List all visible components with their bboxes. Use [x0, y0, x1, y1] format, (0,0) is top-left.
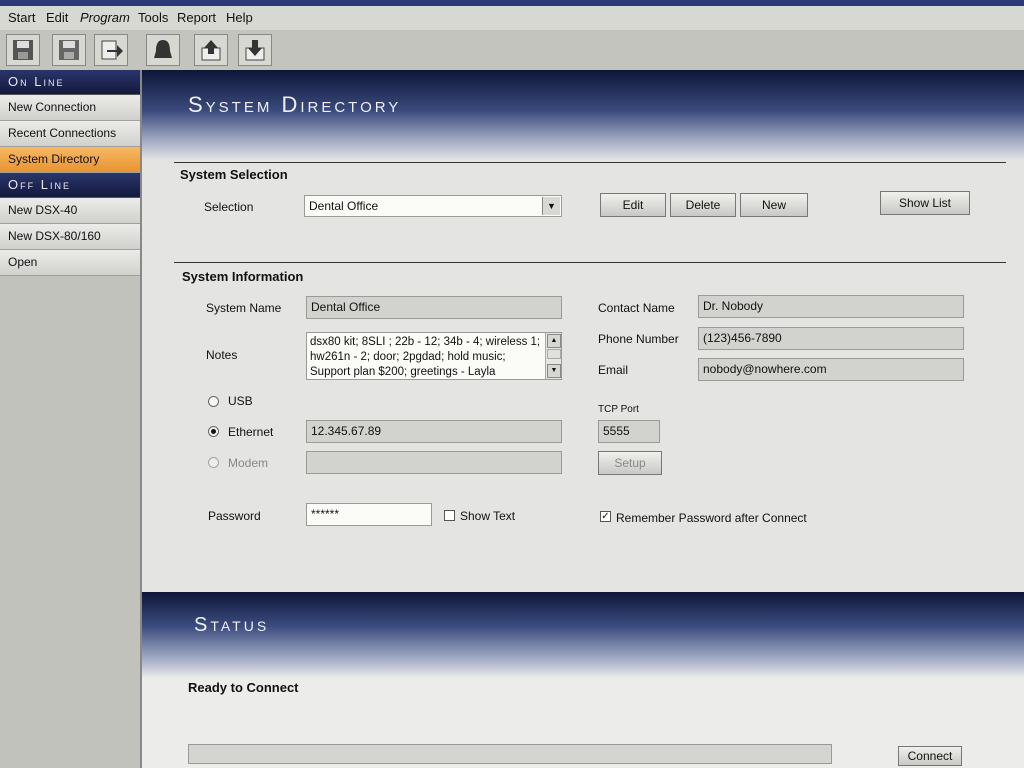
status-message: Ready to Connect [188, 680, 299, 695]
usb-radio[interactable] [208, 396, 219, 407]
menu-tools[interactable]: Tools [138, 10, 168, 25]
system-name-field[interactable]: Dental Office [306, 296, 562, 319]
menu-edit[interactable]: Edit [46, 10, 68, 25]
email-field[interactable]: nobody@nowhere.com [698, 358, 964, 381]
tcp-port-field[interactable]: 5555 [598, 420, 660, 443]
notes-text: dsx80 kit; 8SLI ; 22b - 12; 34b - 4; wir… [310, 336, 541, 378]
usb-label: USB [228, 394, 253, 408]
save-icon [13, 40, 33, 60]
connection-progress-bar [188, 744, 832, 764]
delete-button[interactable]: Delete [670, 193, 736, 217]
phone-number-field[interactable]: (123)456-7890 [698, 327, 964, 350]
modem-label: Modem [228, 456, 269, 470]
export-button[interactable] [94, 34, 128, 66]
show-text-checkbox[interactable] [444, 510, 455, 521]
save-button[interactable] [6, 34, 40, 66]
divider [174, 162, 1006, 163]
system-selection-title: System Selection [180, 167, 288, 182]
remember-password-checkbox[interactable]: ✓ [600, 511, 611, 522]
sidebar-header-online: On Line [0, 70, 140, 95]
new-button[interactable]: New [740, 193, 808, 217]
upload-icon [201, 40, 221, 61]
sidebar-header-offline: Off Line [0, 173, 140, 198]
page-header: System Directory [142, 70, 1024, 160]
notes-label: Notes [206, 348, 238, 362]
scroll-down-icon[interactable]: ▼ [547, 364, 561, 378]
upload-button[interactable] [194, 34, 228, 66]
setup-button[interactable]: Setup [598, 451, 662, 475]
tcp-port-label: TCP Port [598, 404, 639, 415]
menu-start[interactable]: Start [8, 10, 35, 25]
ethernet-label: Ethernet [228, 425, 274, 439]
chevron-down-icon[interactable]: ▼ [542, 197, 560, 215]
toolbar [0, 30, 1024, 71]
show-text-label: Show Text [460, 509, 516, 523]
contact-name-field[interactable]: Dr. Nobody [698, 295, 964, 318]
scroll-thumb[interactable] [547, 349, 561, 359]
remember-password-label: Remember Password after Connect [616, 511, 807, 525]
ethernet-radio[interactable] [208, 426, 219, 437]
bell-icon [154, 40, 172, 58]
modem-field[interactable] [306, 451, 562, 474]
modem-radio[interactable] [208, 457, 219, 468]
scroll-up-icon[interactable]: ▲ [547, 334, 561, 348]
sidebar-item-new-dsx-40[interactable]: New DSX-40 [0, 198, 140, 224]
menu-program[interactable]: Program [80, 10, 130, 25]
notes-field[interactable]: dsx80 kit; 8SLI ; 22b - 12; 34b - 4; wir… [306, 332, 562, 380]
main-panel: System Directory System Selection Select… [142, 70, 1024, 768]
system-name-label: System Name [206, 301, 282, 315]
status-area: Ready to Connect Connect [142, 678, 1024, 768]
save-as-icon [59, 40, 79, 60]
sidebar-item-system-directory[interactable]: System Directory [0, 147, 140, 173]
sidebar-item-recent-connections[interactable]: Recent Connections [0, 121, 140, 147]
save-as-button[interactable] [52, 34, 86, 66]
export-icon [101, 40, 123, 60]
status-header: Status [142, 592, 1024, 678]
page-title: System Directory [188, 92, 402, 117]
ethernet-address-field[interactable]: 12.345.67.89 [306, 420, 562, 443]
sidebar-item-open[interactable]: Open [0, 250, 140, 276]
notify-button[interactable] [146, 34, 180, 66]
download-button[interactable] [238, 34, 272, 66]
edit-button[interactable]: Edit [600, 193, 666, 217]
sidebar-item-new-dsx-80-160[interactable]: New DSX-80/160 [0, 224, 140, 250]
menu-help[interactable]: Help [226, 10, 253, 25]
status-title: Status [194, 614, 270, 636]
system-information-title: System Information [182, 269, 304, 284]
menu-bar: Start Edit Program Tools Report Help [0, 6, 1024, 30]
download-icon [245, 40, 265, 61]
selection-label: Selection [204, 200, 254, 214]
connect-button[interactable]: Connect [898, 746, 962, 766]
sidebar: On Line New Connection Recent Connection… [0, 70, 142, 768]
show-list-button[interactable]: Show List [880, 191, 970, 215]
email-label: Email [598, 363, 629, 377]
phone-number-label: Phone Number [598, 332, 679, 346]
sidebar-item-new-connection[interactable]: New Connection [0, 95, 140, 121]
selection-dropdown[interactable]: Dental Office ▼ [304, 195, 562, 217]
selection-value: Dental Office [309, 199, 379, 213]
password-field[interactable]: ****** [306, 503, 432, 526]
divider [174, 262, 1006, 263]
contact-name-label: Contact Name [598, 301, 675, 315]
menu-report[interactable]: Report [177, 10, 216, 25]
password-label: Password [208, 509, 261, 523]
notes-scrollbar[interactable]: ▲ ▼ [545, 333, 561, 379]
